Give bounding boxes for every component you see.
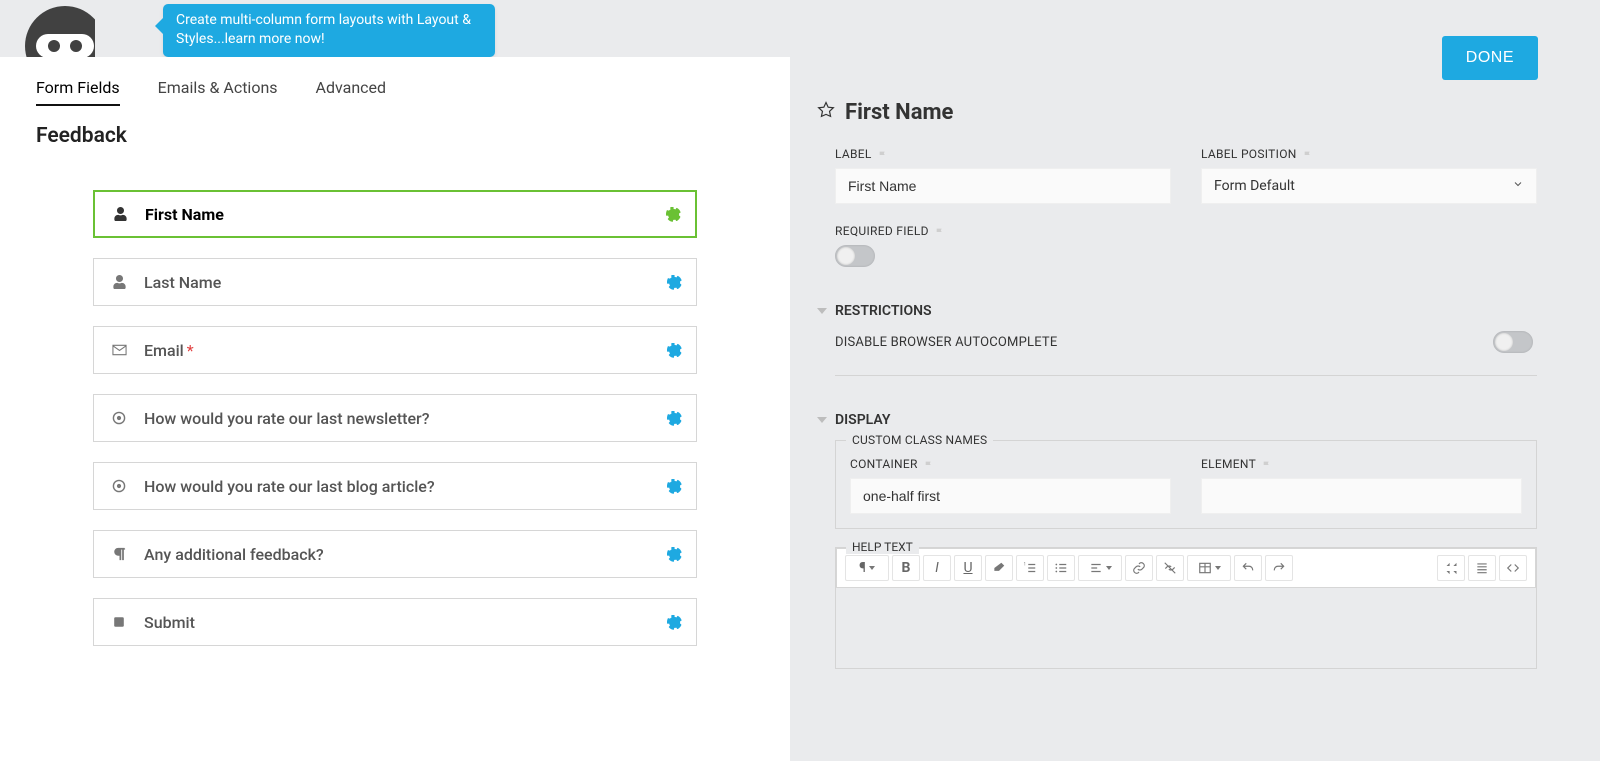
- disable-autocomplete-label: DISABLE BROWSER AUTOCOMPLETE: [835, 335, 1057, 350]
- field-heading-title: First Name: [845, 100, 953, 125]
- star-icon[interactable]: [817, 100, 835, 125]
- field-row-rate-newsletter[interactable]: How would you rate our last newsletter?: [93, 394, 697, 442]
- radio-icon: [108, 479, 130, 493]
- tab-advanced[interactable]: Advanced: [316, 78, 387, 106]
- help-text-editor[interactable]: [836, 588, 1536, 668]
- flag-icon: [1303, 149, 1313, 159]
- flag-icon: [924, 459, 934, 469]
- chevron-down-icon: [1512, 178, 1524, 194]
- field-row-rate-blog[interactable]: How would you rate our last blog article…: [93, 462, 697, 510]
- bold-button[interactable]: B: [892, 555, 920, 581]
- custom-class-legend: CUSTOM CLASS NAMES: [846, 433, 993, 447]
- gear-icon[interactable]: [667, 547, 682, 562]
- done-button[interactable]: DONE: [1442, 36, 1538, 80]
- element-class-input[interactable]: [1201, 478, 1522, 514]
- flag-icon: [935, 226, 945, 236]
- unlink-button[interactable]: [1156, 555, 1184, 581]
- field-label: Submit: [144, 613, 195, 632]
- format-block-button[interactable]: ¶: [845, 555, 889, 581]
- paragraph-format-button[interactable]: [1468, 555, 1496, 581]
- required-toggle[interactable]: [835, 245, 875, 267]
- square-icon: [108, 616, 130, 628]
- field-label: Any additional feedback?: [144, 545, 324, 564]
- radio-icon: [108, 411, 130, 425]
- restrictions-heading[interactable]: RESTRICTIONS: [835, 303, 932, 319]
- link-button[interactable]: [1125, 555, 1153, 581]
- undo-button[interactable]: [1234, 555, 1262, 581]
- disable-autocomplete-toggle[interactable]: [1493, 331, 1533, 353]
- gear-icon[interactable]: [667, 479, 682, 494]
- tab-emails-actions[interactable]: Emails & Actions: [158, 78, 278, 106]
- label-position-select[interactable]: Form Default: [1201, 168, 1537, 204]
- mail-icon: [108, 344, 130, 356]
- help-text-legend: HELP TEXT: [846, 540, 919, 554]
- logo: [20, 0, 95, 57]
- help-text-group: HELP TEXT ¶ B I U 1: [835, 547, 1537, 669]
- field-row-last-name[interactable]: Last Name: [93, 258, 697, 306]
- ol-button[interactable]: 1: [1016, 555, 1044, 581]
- container-class-input[interactable]: [850, 478, 1171, 514]
- gear-icon[interactable]: [666, 207, 681, 222]
- caret-down-icon: [817, 308, 827, 314]
- italic-button[interactable]: I: [923, 555, 951, 581]
- gear-icon[interactable]: [667, 275, 682, 290]
- media-button[interactable]: [1437, 555, 1465, 581]
- custom-class-names-group: CUSTOM CLASS NAMES CONTAINER ELEMENT: [835, 440, 1537, 529]
- code-button[interactable]: [1499, 555, 1527, 581]
- flag-icon: [1262, 459, 1272, 469]
- field-list: First Name Last Name Email *: [93, 190, 697, 646]
- svg-text:1: 1: [1024, 562, 1026, 567]
- required-label: REQUIRED FIELD: [835, 224, 929, 238]
- tabs: Form Fields Emails & Actions Advanced: [36, 78, 754, 106]
- table-button[interactable]: [1187, 555, 1231, 581]
- select-value: Form Default: [1214, 178, 1295, 194]
- ul-button[interactable]: [1047, 555, 1075, 581]
- promo-text: Create multi-column form layouts with La…: [176, 12, 471, 47]
- gear-icon[interactable]: [667, 411, 682, 426]
- promo-tooltip[interactable]: Create multi-column form layouts with La…: [163, 4, 495, 57]
- label-label: LABEL: [835, 147, 872, 161]
- field-row-additional-feedback[interactable]: Any additional feedback?: [93, 530, 697, 578]
- container-label: CONTAINER: [850, 457, 918, 471]
- field-row-submit[interactable]: Submit: [93, 598, 697, 646]
- field-label: Email: [144, 341, 184, 360]
- user-icon: [108, 275, 130, 289]
- gear-icon[interactable]: [667, 343, 682, 358]
- field-row-first-name[interactable]: First Name: [93, 190, 697, 238]
- form-title: Feedback: [36, 124, 754, 148]
- erase-button[interactable]: [985, 555, 1013, 581]
- field-row-email[interactable]: Email *: [93, 326, 697, 374]
- display-heading[interactable]: DISPLAY: [835, 412, 890, 428]
- tab-form-fields[interactable]: Form Fields: [36, 78, 120, 106]
- label-input[interactable]: [835, 168, 1171, 204]
- element-label: ELEMENT: [1201, 457, 1256, 471]
- field-label: Last Name: [144, 273, 221, 292]
- gear-icon[interactable]: [667, 615, 682, 630]
- paragraph-icon: [108, 547, 130, 561]
- editor-toolbar: ¶ B I U 1: [836, 548, 1536, 588]
- label-position-label: LABEL POSITION: [1201, 147, 1297, 161]
- align-button[interactable]: [1078, 555, 1122, 581]
- flag-icon: [878, 149, 888, 159]
- required-indicator: *: [187, 341, 194, 360]
- caret-down-icon: [817, 417, 827, 423]
- field-label: How would you rate our last newsletter?: [144, 409, 430, 428]
- redo-button[interactable]: [1265, 555, 1293, 581]
- underline-button[interactable]: U: [954, 555, 982, 581]
- field-label: How would you rate our last blog article…: [144, 477, 435, 496]
- user-icon: [109, 207, 131, 221]
- field-label: First Name: [145, 205, 224, 224]
